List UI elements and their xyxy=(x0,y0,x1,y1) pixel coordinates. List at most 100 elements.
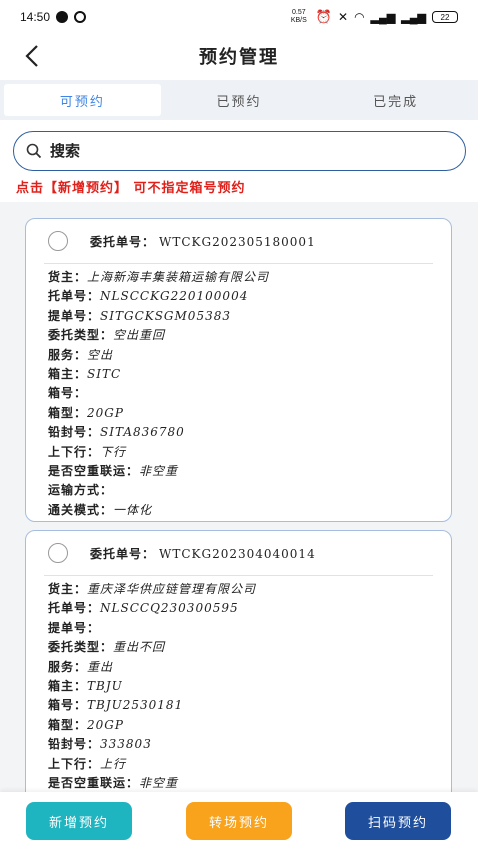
field-value: 333803 xyxy=(100,737,152,752)
field-value: 20GP xyxy=(87,405,124,420)
field-label: 通关模式： xyxy=(48,502,114,517)
field-label: 箱主： xyxy=(48,367,88,382)
field-label: 是否空重联运： xyxy=(48,776,140,791)
field-label: 委托类型： xyxy=(48,640,114,655)
tab-completed[interactable]: 已完成 xyxy=(317,84,474,116)
order-value: WTCKG202305180001 xyxy=(159,234,316,249)
scan-reservation-button[interactable]: 扫码预约 xyxy=(345,802,451,840)
card-field: 托单号：NLSCCKG220100004 xyxy=(48,287,429,306)
field-label: 箱号： xyxy=(48,698,88,713)
tab-available[interactable]: 可预约 xyxy=(4,84,161,116)
card-field: 铅封号：333803 xyxy=(48,735,429,754)
field-value: 上行 xyxy=(100,756,127,771)
notification-icon xyxy=(56,11,69,23)
card-header: 委托单号： WTCKG202304040014 xyxy=(48,539,429,567)
field-label: 货主： xyxy=(48,582,88,596)
card-field: 委托类型：重出不回 xyxy=(48,638,429,657)
reservation-card[interactable]: 委托单号： WTCKG202304040014 货主：重庆泽华供应链管理有限公司托单… xyxy=(25,530,452,792)
field-label: 上下行： xyxy=(48,444,101,459)
card-field: 货主：重庆泽华供应链管理有限公司 xyxy=(48,580,429,599)
field-label: 货主： xyxy=(48,270,88,284)
field-label: 服务： xyxy=(48,347,88,362)
card-field: 是否空重联运：非空重 xyxy=(48,774,429,792)
signal-icon: ▂▄▆ xyxy=(370,11,396,24)
field-label: 运输方式： xyxy=(48,483,114,498)
card-header: 委托单号： WTCKG202305180001 xyxy=(48,227,429,255)
select-radio[interactable] xyxy=(48,543,68,563)
search-input[interactable] xyxy=(50,142,430,160)
field-value: 一体化 xyxy=(113,502,153,517)
tab-reserved[interactable]: 已预约 xyxy=(161,84,318,116)
card-field: 箱型：20GP xyxy=(48,716,429,735)
field-value: 20GP xyxy=(87,717,124,732)
card-field: 箱型：20GP xyxy=(48,404,429,423)
hint-text: 点击【新增预约】 可不指定箱号预约 xyxy=(16,181,246,196)
field-value: 重出不回 xyxy=(113,640,166,655)
field-value: 上海新海丰集装箱运输有限公司 xyxy=(87,270,270,284)
field-label: 箱号： xyxy=(48,386,88,401)
field-label: 提单号： xyxy=(48,308,101,323)
field-label: 是否空重联运： xyxy=(48,464,140,479)
card-field: 箱号： xyxy=(48,384,429,403)
field-label: 委托类型： xyxy=(48,328,114,343)
field-label: 上下行： xyxy=(48,756,101,771)
field-value: NLSCCQ230300595 xyxy=(100,601,239,616)
card-field: 服务：重出 xyxy=(48,658,429,677)
card-field: 通关模式：一体化 xyxy=(48,501,429,520)
status-right: 0.57 KB/S ⏰ ✕ ◠ ▂▄▆ ▂▄▆ 22 xyxy=(288,9,458,25)
field-label: 箱型： xyxy=(48,717,88,732)
tab-bar: 可预约 已预约 已完成 xyxy=(0,80,478,120)
field-value: 空出 xyxy=(87,347,114,362)
card-field: 是否空重联运：非空重 xyxy=(48,462,429,481)
mute-icon: ✕ xyxy=(338,10,349,24)
order-label: 委托单号： xyxy=(90,546,156,561)
search-icon xyxy=(26,143,42,159)
field-label: 托单号： xyxy=(48,289,101,304)
field-value: 空出重回 xyxy=(113,328,166,343)
field-value: 非空重 xyxy=(139,464,179,479)
battery-icon: 22 xyxy=(432,11,458,23)
card-field: 箱号：TBJU2530181 xyxy=(48,696,429,715)
field-label: 铅封号： xyxy=(48,737,101,752)
back-button[interactable] xyxy=(18,42,46,70)
check-circle-icon xyxy=(74,11,87,23)
field-value: 重庆泽华供应链管理有限公司 xyxy=(87,582,257,596)
signal-icon-2: ▂▄▆ xyxy=(401,11,426,24)
field-value: NLSCCKG220100004 xyxy=(100,289,249,304)
card-divider xyxy=(44,263,433,264)
card-field: 运输方式： xyxy=(48,481,429,500)
card-field: 提单号：SITGCKSGM05383 xyxy=(48,307,429,326)
field-label: 服务： xyxy=(48,659,88,674)
bottom-bar: 新增预约 转场预约 扫码预约 xyxy=(0,792,478,850)
search-box[interactable] xyxy=(13,131,466,171)
field-value: SITGCKSGM05383 xyxy=(100,308,231,323)
card-field: 委托类型：空出重回 xyxy=(48,326,429,345)
field-value: 下行 xyxy=(100,444,127,459)
nav-bar: 预约管理 xyxy=(0,34,478,78)
field-label: 提单号： xyxy=(48,620,101,635)
field-value: TBJU2530181 xyxy=(87,698,184,713)
add-reservation-button[interactable]: 新增预约 xyxy=(26,802,132,840)
field-value: SITA836780 xyxy=(100,425,185,440)
order-value: WTCKG202304040014 xyxy=(159,546,316,561)
page-title: 预约管理 xyxy=(199,47,279,68)
card-field: 货主：上海新海丰集装箱运输有限公司 xyxy=(48,268,429,287)
status-bar: 14:50 0.57 KB/S ⏰ ✕ ◠ ▂▄▆ ▂▄▆ 22 xyxy=(0,0,478,34)
order-label: 委托单号： xyxy=(90,234,156,249)
network-speed: 0.57 KB/S xyxy=(290,9,307,24)
field-value: TBJU xyxy=(87,679,123,694)
card-field: 服务：空出 xyxy=(48,346,429,365)
field-value: 重出 xyxy=(87,659,114,674)
field-value: 非空重 xyxy=(139,776,179,791)
select-radio[interactable] xyxy=(48,231,68,251)
order-number: 委托单号： WTCKG202304040014 xyxy=(90,545,316,562)
alarm-icon: ⏰ xyxy=(315,9,333,24)
field-label: 托单号： xyxy=(48,601,101,616)
card-field: 箱主：SITC xyxy=(48,365,429,384)
transfer-reservation-button[interactable]: 转场预约 xyxy=(186,802,292,840)
card-field: 提单号： xyxy=(48,619,429,638)
field-value: SITC xyxy=(87,367,122,382)
reservation-card[interactable]: 委托单号： WTCKG202305180001 货主：上海新海丰集装箱运输有限公司托… xyxy=(25,218,452,522)
card-field: 箱主：TBJU xyxy=(48,677,429,696)
card-field: 上下行：上行 xyxy=(48,755,429,774)
